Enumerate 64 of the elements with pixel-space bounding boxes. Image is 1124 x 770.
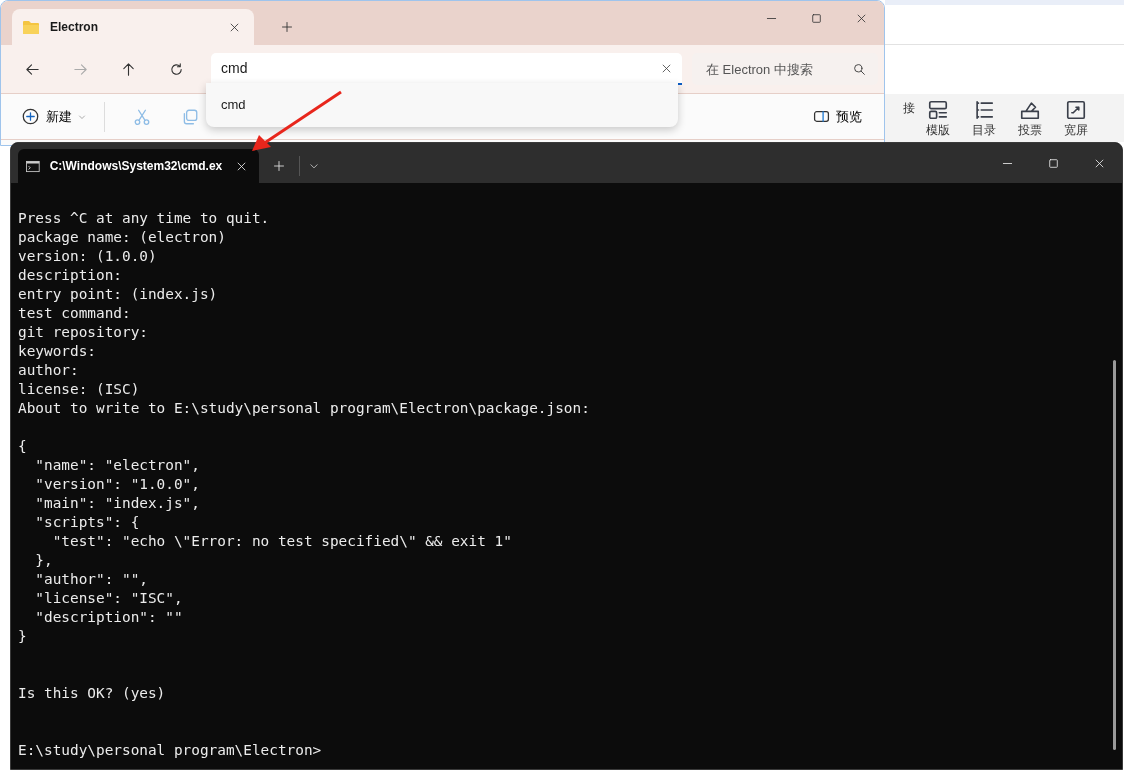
terminal-line: } — [18, 627, 28, 646]
terminal-line: E:\study\personal program\Electron> — [18, 741, 323, 760]
terminal-line: "license": "ISC", — [34, 589, 184, 608]
terminal-line: test command: — [18, 304, 132, 323]
terminal-line: Press ^C at any time to quit. — [18, 209, 271, 228]
terminal-line: "version": "1.0.0", — [34, 475, 201, 494]
terminal-line: "main": "index.js", — [34, 494, 201, 513]
terminal-line: keywords: — [18, 342, 97, 361]
close-icon — [1093, 157, 1105, 169]
plus-icon — [281, 21, 293, 33]
terminal-line: Is this OK? (yes) — [18, 684, 167, 703]
terminal-line: "test": "echo \"Error: no test specified\" && exit 1" — [51, 532, 513, 551]
terminal-line: git repository: — [18, 323, 149, 342]
maximize-icon — [1047, 157, 1059, 169]
maximize-icon — [811, 12, 822, 24]
terminal-line: version: (1.0.0) — [18, 247, 158, 266]
toolbar-button[interactable]: 目录 — [961, 94, 1007, 142]
terminal-line: "author": "", — [34, 570, 149, 589]
search-field[interactable]: 在 Electron 中搜索 — [706, 53, 853, 85]
plus-icon — [273, 160, 285, 172]
tab-title: Electron — [50, 19, 99, 36]
preview-button[interactable]: 预览 — [812, 100, 862, 133]
expand-icon — [1065, 99, 1087, 121]
suggestion-item[interactable]: cmd — [206, 83, 678, 127]
close-icon — [228, 21, 240, 33]
terminal-line: About to write to E:\study\personal program\Electron\package.json: — [18, 399, 591, 418]
window-tab[interactable]: Electron — [12, 9, 254, 45]
panel-icon — [812, 108, 830, 125]
new-button[interactable]: 新建 — [22, 100, 86, 133]
ballot-icon — [1019, 99, 1041, 121]
layout-icon — [927, 99, 949, 121]
terminal-line: "name": "electron", — [34, 456, 201, 475]
window-tab[interactable]: C:\Windows\System32\cmd.ex — [18, 149, 259, 183]
caret-icon — [78, 112, 86, 121]
refresh-icon — [168, 61, 184, 77]
arrow-left-icon — [24, 61, 40, 77]
scissors-icon — [133, 107, 151, 126]
search-icon — [853, 62, 866, 76]
toolbar-button[interactable]: 投票 — [1007, 94, 1053, 142]
list-icon — [973, 99, 995, 121]
toolbar-button[interactable]: 宽屏 — [1053, 94, 1099, 142]
terminal-line: }, — [34, 551, 54, 570]
close-icon — [236, 160, 248, 172]
arrow-up-icon — [120, 61, 136, 77]
plus-circle-icon — [22, 108, 39, 125]
terminal-line: author: — [18, 361, 80, 380]
folder-icon — [22, 19, 40, 35]
caret-icon — [309, 161, 319, 171]
terminal-line: description: — [18, 266, 123, 285]
copy-icon — [181, 107, 199, 126]
terminal-line: { — [18, 437, 28, 456]
terminal-line: license: (ISC) — [18, 380, 141, 399]
scrollbar[interactable] — [1113, 360, 1116, 750]
terminal-line: package name: (electron) — [18, 228, 227, 247]
terminal-line: "description": "" — [34, 608, 184, 627]
toolbar-button[interactable]: 接 — [885, 94, 915, 142]
clear-icon[interactable] — [661, 62, 672, 74]
console-icon — [26, 159, 40, 173]
tab-title: C:\Windows\System32\cmd.ex — [49, 158, 223, 175]
terminal-line: "scripts": { — [34, 513, 141, 532]
close-icon — [856, 12, 867, 24]
arrow-right-icon — [72, 61, 88, 77]
terminal-line: entry point: (index.js) — [18, 285, 219, 304]
toolbar-button[interactable]: 模版 — [915, 94, 961, 142]
